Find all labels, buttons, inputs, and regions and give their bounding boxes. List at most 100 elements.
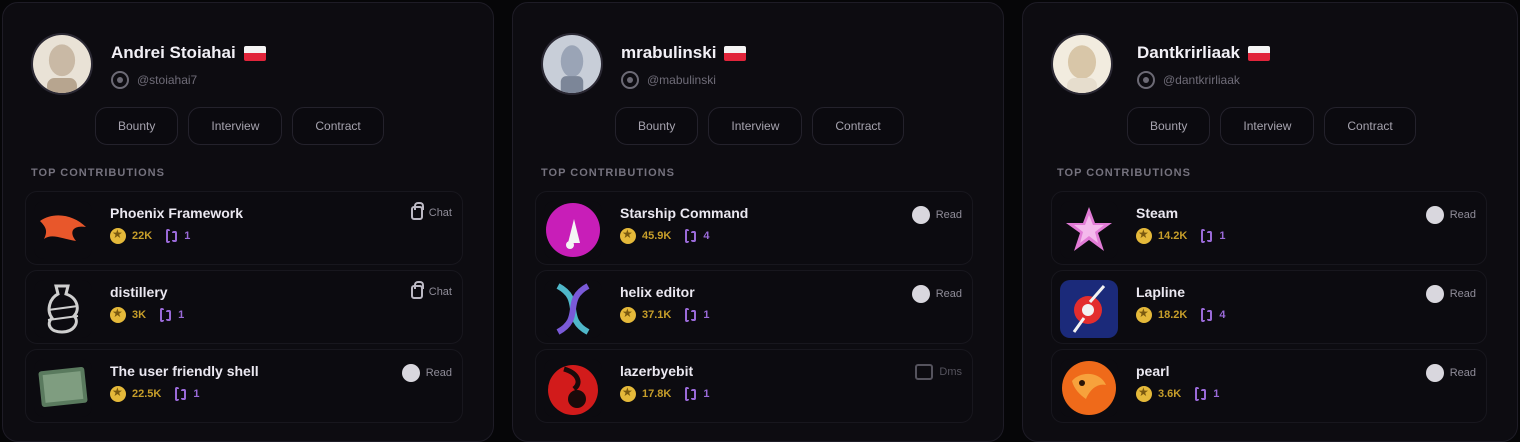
read-icon <box>1425 285 1444 303</box>
action-buttons: Bounty Interview Contract <box>1127 107 1416 145</box>
pr-count: 1 <box>178 309 185 321</box>
star-icon <box>110 227 126 244</box>
star-icon <box>110 306 126 323</box>
stars-count: 37.1K <box>642 309 672 321</box>
repo-status[interactable]: Read <box>1425 285 1476 303</box>
repo-name: Steam <box>1136 205 1179 221</box>
stars-count: 22.5K <box>132 388 162 400</box>
avatar-image <box>1053 35 1111 93</box>
contract-button[interactable]: Contract <box>1324 107 1416 145</box>
profile-grid: Andrei Stoiahai @stoiahai7 Bounty Interv… <box>0 0 1520 442</box>
repo-name: The user friendly shell <box>110 363 259 379</box>
repo-status[interactable]: Read <box>1425 206 1476 224</box>
repo-item[interactable]: The user friendly shell 22.5K 1 Read <box>25 349 463 423</box>
stars-count: 14.2K <box>1158 230 1188 242</box>
profile-handle[interactable]: @mabulinski <box>647 73 716 87</box>
repo-item[interactable]: distillery 3K 1 Chat <box>25 270 463 344</box>
repo-status[interactable]: Read <box>401 364 452 382</box>
name-row: mrabulinski <box>621 43 747 63</box>
github-icon <box>1137 71 1155 89</box>
star-icon <box>620 306 636 323</box>
profile-name[interactable]: Andrei Stoiahai <box>111 43 236 63</box>
name-row: Dantkrirliaak <box>1137 43 1270 63</box>
stars-count: 3.6K <box>1158 388 1182 400</box>
read-icon <box>911 206 930 224</box>
action-buttons: Bounty Interview Contract <box>95 107 384 145</box>
repo-item[interactable]: Steam 14.2K 1 Read <box>1051 191 1487 265</box>
pull-request-icon <box>1193 386 1207 402</box>
repo-item[interactable]: Lapline 18.2K 4 Read <box>1051 270 1487 344</box>
star-icon <box>620 385 636 402</box>
repo-stats: 3K 1 <box>110 306 185 323</box>
repo-status[interactable]: Read <box>911 285 962 303</box>
repo-status[interactable]: Chat <box>410 281 452 299</box>
status-label: Read <box>425 367 452 379</box>
read-icon <box>401 364 420 382</box>
avatar[interactable] <box>31 33 93 95</box>
bounty-button[interactable]: Bounty <box>95 107 179 145</box>
repo-name: Starship Command <box>620 205 749 221</box>
repo-name: pearl <box>1136 363 1170 379</box>
repo-status[interactable]: Chat <box>410 202 452 220</box>
profile-handle[interactable]: @stoiahai7 <box>137 73 197 87</box>
avatar[interactable] <box>1051 33 1113 95</box>
pr-count: 1 <box>1219 230 1226 242</box>
status-label: Read <box>935 209 962 221</box>
repo-item[interactable]: helix editor 37.1K 1 Read <box>535 270 973 344</box>
repo-item[interactable]: lazerbyebit 17.8K 1 Dms <box>535 349 973 423</box>
poland-flag-icon <box>243 45 266 61</box>
repo-name: Phoenix Framework <box>110 205 244 221</box>
avatar[interactable] <box>541 33 603 95</box>
shell-logo-icon <box>34 359 92 417</box>
read-icon <box>1425 364 1444 382</box>
repo-stats: 3.6K 1 <box>1136 385 1220 402</box>
bounty-button[interactable]: Bounty <box>615 107 699 145</box>
repo-stats: 22.5K 1 <box>110 385 200 402</box>
interview-button[interactable]: Interview <box>1220 107 1315 145</box>
github-icon <box>621 71 639 89</box>
repo-stats: 22K 1 <box>110 227 190 244</box>
stars-count: 17.8K <box>642 388 672 400</box>
pr-count: 1 <box>193 388 200 400</box>
poland-flag-icon <box>724 45 747 61</box>
repo-status[interactable]: Dms <box>915 364 962 380</box>
pull-request-icon <box>683 386 697 402</box>
repo-stats: 37.1K 1 <box>620 306 710 323</box>
star-icon <box>1136 385 1152 402</box>
distillery-logo-icon <box>34 280 92 338</box>
repo-name: Lapline <box>1136 284 1186 300</box>
repo-stats: 17.8K 1 <box>620 385 710 402</box>
repo-item[interactable]: pearl 3.6K 1 Read <box>1051 349 1487 423</box>
pr-count: 1 <box>703 388 710 400</box>
interview-button[interactable]: Interview <box>188 107 283 145</box>
section-label: TOP CONTRIBUTIONS <box>31 167 165 179</box>
repo-status[interactable]: Read <box>1425 364 1476 382</box>
pull-request-icon <box>1199 307 1213 323</box>
contract-button[interactable]: Contract <box>292 107 384 145</box>
repo-list: Starship Command 45.9K 4 Read helix edit… <box>535 191 973 428</box>
avatar-image <box>543 35 601 93</box>
handle-row: @dantkrirliaak <box>1137 71 1240 89</box>
profile-name[interactable]: Dantkrirliaak <box>1137 43 1240 63</box>
section-label: TOP CONTRIBUTIONS <box>541 167 675 179</box>
repo-name: helix editor <box>620 284 695 300</box>
interview-button[interactable]: Interview <box>708 107 803 145</box>
repo-item[interactable]: Phoenix Framework 22K 1 Chat <box>25 191 463 265</box>
read-icon <box>911 285 930 303</box>
pr-count: 1 <box>703 309 710 321</box>
lock-icon <box>410 281 424 299</box>
profile-handle[interactable]: @dantkrirliaak <box>1163 73 1240 87</box>
bounty-button[interactable]: Bounty <box>1127 107 1211 145</box>
contract-button[interactable]: Contract <box>812 107 904 145</box>
profile-name[interactable]: mrabulinski <box>621 43 716 63</box>
profile-card: mrabulinski @mabulinski Bounty Interview… <box>512 2 1004 442</box>
message-icon <box>915 364 934 380</box>
repo-status[interactable]: Read <box>911 206 962 224</box>
repo-item[interactable]: Starship Command 45.9K 4 Read <box>535 191 973 265</box>
poland-flag-icon <box>1248 45 1270 61</box>
stars-count: 22K <box>132 230 153 242</box>
pull-request-icon <box>164 228 178 244</box>
handle-row: @stoiahai7 <box>111 71 197 89</box>
pr-count: 1 <box>1213 388 1220 400</box>
lazer-logo-icon <box>544 359 602 417</box>
